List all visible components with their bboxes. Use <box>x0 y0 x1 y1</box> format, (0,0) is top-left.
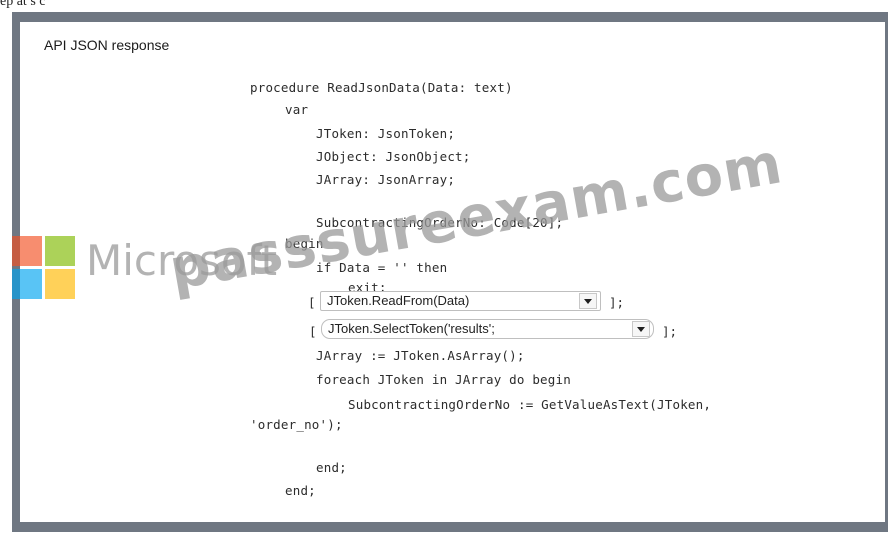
code-line-order-no: 'order_no'); <box>250 417 343 432</box>
chevron-down-icon[interactable] <box>632 321 650 337</box>
readfrom-dropdown[interactable]: JToken.ReadFrom(Data) <box>320 291 601 311</box>
dropdown2-open-bracket: [ <box>309 324 317 339</box>
code-line-outer-end: end; <box>285 483 316 498</box>
readfrom-dropdown-value: JToken.ReadFrom(Data) <box>327 293 470 308</box>
microsoft-logo-icon <box>12 236 75 299</box>
dropdown1-open-bracket: [ <box>308 295 316 310</box>
code-line-foreach: foreach JToken in JArray do begin <box>316 372 571 387</box>
code-line-inner-end: end; <box>316 460 347 475</box>
code-line-jarray: JArray: JsonArray; <box>316 172 456 187</box>
dropdown2-close-bracket: ]; <box>662 324 678 339</box>
code-line-jobject: JObject: JsonObject; <box>316 149 471 164</box>
code-line-procedure: procedure ReadJsonData(Data: text) <box>250 80 513 95</box>
code-line-var: var <box>285 102 309 117</box>
chevron-down-icon[interactable] <box>579 293 597 309</box>
selecttoken-dropdown-value: JToken.SelectToken('results'; <box>328 321 495 336</box>
selecttoken-dropdown[interactable]: JToken.SelectToken('results'; <box>321 319 654 339</box>
panel-title: API JSON response <box>44 37 170 53</box>
code-line-jtoken: JToken: JsonToken; <box>316 126 456 141</box>
code-line-getvalue: SubcontractingOrderNo := GetValueAsText(… <box>348 397 712 412</box>
page-fragment-text: ep at s c <box>0 0 46 9</box>
dropdown1-close-bracket: ]; <box>609 295 625 310</box>
code-line-asarray: JArray := JToken.AsArray(); <box>316 348 525 363</box>
